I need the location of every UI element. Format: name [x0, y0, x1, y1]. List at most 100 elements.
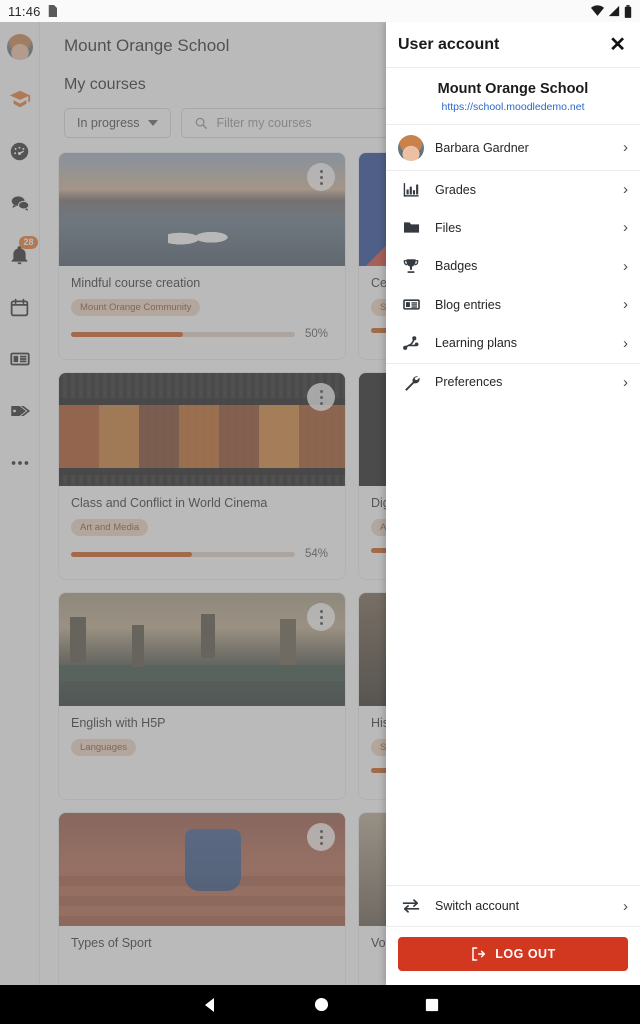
drawer-item-label: Learning plans — [435, 336, 518, 351]
course-card-body: Class and Conflict in World Cinema Art an… — [59, 486, 345, 560]
drawer-item-preferences[interactable]: Preferences › — [386, 362, 640, 402]
course-menu-icon[interactable] — [307, 383, 335, 411]
learning-plan-icon — [400, 334, 422, 353]
chevron-right-icon: › — [623, 219, 628, 237]
sidebar-item-more[interactable] — [0, 446, 40, 480]
graduation-cap-icon — [9, 90, 30, 108]
user-avatar-icon — [398, 134, 424, 161]
course-menu-icon[interactable] — [307, 823, 335, 851]
search-icon — [195, 117, 207, 129]
drawer-item-profile[interactable]: Barbara Gardner › — [386, 124, 640, 170]
course-card-body: Types of Sport — [59, 926, 345, 950]
progress-track — [71, 551, 295, 557]
sidebar-item-my-courses[interactable] — [0, 82, 40, 116]
sidebar-item-tags[interactable] — [0, 394, 40, 428]
status-filter-value: In progress — [77, 116, 140, 130]
progress-percent: 54% — [305, 548, 329, 560]
newspaper-icon — [9, 352, 30, 366]
switch-account-item[interactable]: Switch account › — [386, 885, 640, 927]
status-filter-select[interactable]: In progress — [64, 108, 171, 138]
notification-badge: 28 — [19, 236, 38, 249]
drawer-footer: Switch account › LOG OUT — [386, 885, 640, 985]
course-card-body: English with H5P Languages — [59, 706, 345, 756]
back-icon[interactable] — [202, 997, 218, 1013]
sidebar-item-notifications[interactable]: 28 — [0, 236, 40, 272]
wifi-icon — [591, 5, 604, 16]
signal-icon — [608, 5, 620, 17]
course-title: English with H5P — [71, 716, 166, 730]
course-menu-icon[interactable] — [307, 163, 335, 191]
progress-percent: 50% — [305, 328, 329, 340]
drawer-item-label: Badges — [435, 259, 478, 274]
course-category-tag: Mount Orange Community — [71, 299, 201, 316]
drawer-title: User account — [398, 35, 500, 53]
close-icon[interactable]: ✕ — [609, 35, 626, 55]
course-image — [59, 153, 345, 266]
course-title: Class and Conflict in World Cinema — [71, 496, 268, 510]
course-progress: 50% — [71, 328, 333, 340]
status-bar: 11:46 — [0, 0, 640, 22]
course-image — [59, 593, 345, 706]
bar-chart-icon — [400, 181, 422, 198]
course-category-tag: Art and Media — [71, 519, 149, 536]
sidebar-item-messages[interactable] — [0, 186, 40, 220]
drawer-item-grades[interactable]: Grades › — [386, 170, 640, 209]
site-url[interactable]: https://school.moodledemo.net — [396, 101, 630, 113]
search-placeholder: Filter my courses — [216, 116, 312, 130]
logout-button[interactable]: LOG OUT — [398, 937, 628, 971]
chevron-right-icon: › — [623, 897, 628, 915]
drawer-item-files[interactable]: Files › — [386, 209, 640, 248]
trophy-icon — [400, 257, 422, 275]
course-card-body: Mindful course creation Mount Orange Comm… — [59, 266, 345, 340]
course-title: Mindful course creation — [71, 276, 201, 290]
wrench-icon — [400, 373, 422, 392]
status-clock: 11:46 — [8, 3, 41, 19]
sidebar-item-avatar[interactable] — [0, 30, 40, 64]
site-info: Mount Orange School https://school.moodl… — [386, 68, 640, 124]
logout-icon — [472, 947, 486, 961]
logout-label: LOG OUT — [495, 947, 556, 961]
chevron-right-icon: › — [623, 139, 628, 156]
course-title: Types of Sport — [71, 936, 152, 950]
chevron-right-icon: › — [623, 257, 628, 275]
battery-icon — [624, 4, 632, 18]
chat-bubbles-icon — [11, 196, 29, 211]
gauge-icon — [10, 142, 29, 160]
drawer-item-learning-plans[interactable]: Learning plans › — [386, 324, 640, 363]
course-card[interactable]: Types of Sport — [58, 812, 346, 985]
course-menu-icon[interactable] — [307, 603, 335, 631]
android-nav-bar — [0, 985, 640, 1024]
chevron-right-icon: › — [623, 373, 628, 391]
course-card[interactable]: Mindful course creation Mount Orange Comm… — [58, 152, 346, 360]
drawer-item-label: Preferences — [435, 375, 503, 390]
drawer-header: User account ✕ — [386, 22, 640, 68]
chevron-down-icon — [147, 120, 158, 126]
progress-fill — [71, 331, 183, 337]
calendar-icon — [10, 298, 29, 316]
drawer-item-blog-entries[interactable]: Blog entries › — [386, 286, 640, 325]
folder-icon — [400, 218, 422, 237]
newspaper-icon — [400, 295, 422, 314]
switch-account-label: Switch account — [435, 899, 520, 913]
drawer-menu: Barbara Gardner › Grades › Files › Badge… — [386, 124, 640, 885]
ellipsis-icon — [11, 461, 28, 465]
course-card[interactable]: English with H5P Languages — [58, 592, 346, 800]
drawer-item-label: Barbara Gardner — [435, 140, 529, 155]
sidebar-item-blog[interactable] — [0, 342, 40, 376]
chevron-right-icon: › — [623, 296, 628, 314]
course-category-tag: Languages — [71, 739, 137, 756]
user-account-drawer: User account ✕ Mount Orange School https… — [386, 22, 640, 985]
course-image — [59, 373, 345, 486]
site-name: Mount Orange School — [437, 81, 589, 97]
course-progress: 54% — [71, 548, 333, 560]
recents-icon[interactable] — [425, 998, 439, 1012]
home-icon[interactable] — [314, 997, 329, 1012]
course-card[interactable]: Class and Conflict in World Cinema Art an… — [58, 372, 346, 580]
sidebar-item-dashboard[interactable] — [0, 134, 40, 168]
drawer-item-label: Files — [435, 220, 462, 235]
sidebar-item-calendar[interactable] — [0, 290, 40, 324]
tags-icon — [10, 405, 30, 417]
chevron-right-icon: › — [623, 334, 628, 352]
drawer-item-badges[interactable]: Badges › — [386, 247, 640, 286]
user-avatar-icon — [6, 34, 33, 60]
